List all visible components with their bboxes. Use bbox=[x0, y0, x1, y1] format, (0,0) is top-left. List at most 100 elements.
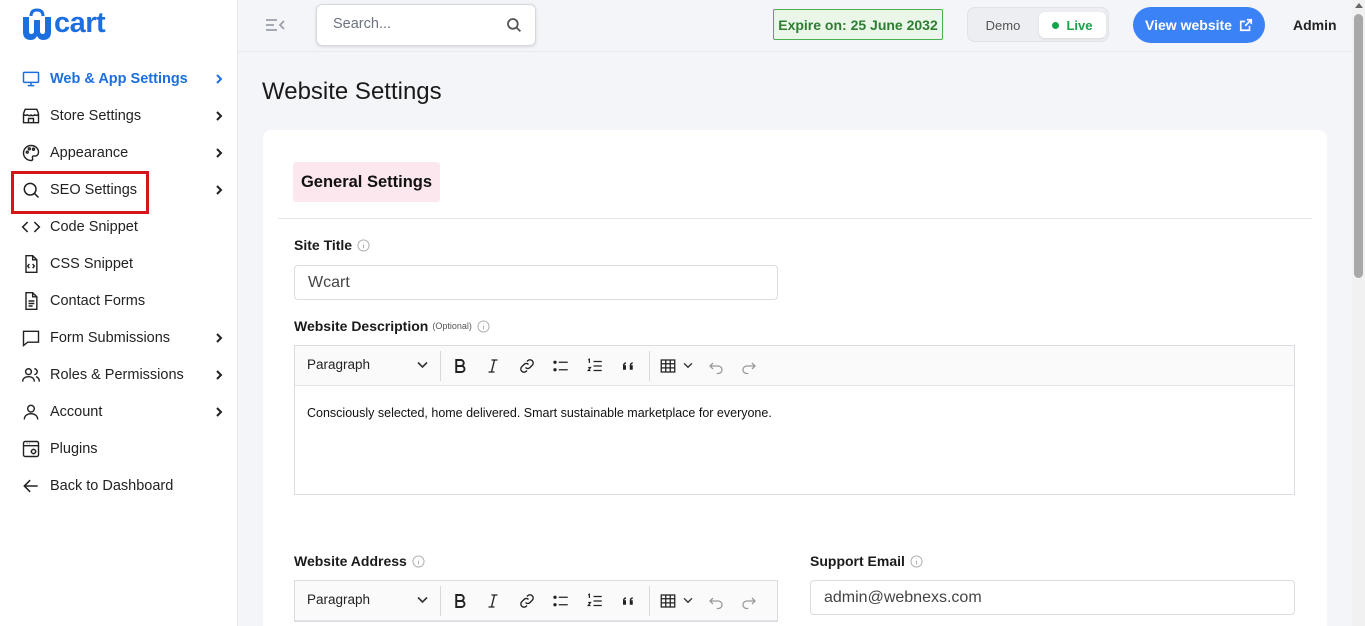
chevron-down-icon[interactable] bbox=[683, 597, 693, 604]
site-title-label: Site Title bbox=[294, 237, 370, 253]
info-icon[interactable] bbox=[412, 554, 425, 568]
search-icon bbox=[21, 180, 41, 200]
optional-tag: (Optional) bbox=[432, 321, 472, 331]
sidebar-item-label: Back to Dashboard bbox=[50, 477, 174, 494]
page-scrollbar[interactable] bbox=[1352, 0, 1365, 626]
description-label-text: Website Description bbox=[294, 318, 429, 334]
chevron-right-icon bbox=[216, 184, 223, 195]
sidebar-item-label: Store Settings bbox=[50, 107, 142, 124]
chevron-right-icon bbox=[216, 73, 223, 84]
sidebar-item-form-submissions[interactable]: Form Submissions bbox=[0, 319, 238, 356]
link-button[interactable] bbox=[517, 356, 537, 376]
sidebar-item-plugins[interactable]: Plugins bbox=[0, 430, 238, 467]
logo[interactable]: cart bbox=[20, 7, 140, 42]
table-icon bbox=[660, 359, 676, 373]
external-link-icon bbox=[1239, 18, 1253, 32]
sidebar-item-back-to-dashboard[interactable]: Back to Dashboard bbox=[0, 467, 238, 504]
editor-toolbar: Paragraph bbox=[295, 581, 777, 621]
italic-button[interactable] bbox=[483, 356, 503, 376]
bold-button[interactable] bbox=[450, 356, 470, 376]
search-input[interactable] bbox=[333, 16, 493, 32]
quote-icon bbox=[623, 362, 633, 370]
palette-icon bbox=[21, 143, 41, 163]
italic-icon bbox=[488, 594, 498, 608]
document-icon bbox=[21, 291, 41, 311]
section-divider bbox=[278, 218, 1312, 219]
sidebar-item-account[interactable]: Account bbox=[0, 393, 238, 430]
view-website-button[interactable]: View website bbox=[1133, 7, 1265, 43]
redo-icon bbox=[742, 362, 756, 375]
bold-button[interactable] bbox=[450, 591, 470, 611]
blockquote-button[interactable] bbox=[619, 591, 639, 611]
search-box bbox=[316, 4, 536, 46]
sidebar-item-roles-permissions[interactable]: Roles & Permissions bbox=[0, 356, 238, 393]
toolbar-separator bbox=[440, 351, 441, 381]
mode-live-option[interactable]: Live bbox=[1039, 12, 1106, 38]
page-title: Website Settings bbox=[262, 78, 442, 105]
website-address-label: Website Address bbox=[294, 553, 425, 569]
undo-icon bbox=[709, 362, 723, 375]
sidebar-item-label: Appearance bbox=[50, 144, 129, 161]
blockquote-button[interactable] bbox=[619, 356, 639, 376]
sidebar-item-label: Code Snippet bbox=[50, 218, 138, 235]
undo-button[interactable] bbox=[706, 356, 726, 376]
description-editor-body[interactable]: Consciously selected, home delivered. Sm… bbox=[295, 386, 1294, 494]
italic-button[interactable] bbox=[483, 591, 503, 611]
mode-toggle: Demo Live bbox=[967, 7, 1109, 42]
bulleted-list-icon bbox=[553, 595, 568, 607]
sidebar-item-appearance[interactable]: Appearance bbox=[0, 134, 238, 171]
table-button[interactable] bbox=[658, 356, 678, 376]
sidebar-item-web-app-settings[interactable]: Web & App Settings bbox=[0, 60, 238, 97]
chevron-down-icon[interactable] bbox=[417, 596, 428, 604]
chevron-down-icon[interactable] bbox=[683, 362, 693, 369]
paragraph-select[interactable]: Paragraph bbox=[307, 592, 370, 607]
settings-card: General Settings Site Title Wcart Websit… bbox=[263, 130, 1327, 626]
monitor-icon bbox=[21, 69, 41, 89]
live-status-dot bbox=[1052, 21, 1060, 29]
table-button[interactable] bbox=[658, 591, 678, 611]
redo-button[interactable] bbox=[739, 591, 759, 611]
table-icon bbox=[660, 594, 676, 608]
tab-general-settings[interactable]: General Settings bbox=[293, 162, 440, 202]
users-icon bbox=[21, 365, 41, 385]
sidebar-item-label: Roles & Permissions bbox=[50, 366, 184, 383]
bulleted-list-button[interactable] bbox=[551, 356, 571, 376]
toolbar-separator bbox=[440, 586, 441, 616]
sidebar-item-contact-forms[interactable]: Contact Forms bbox=[0, 282, 238, 319]
redo-icon bbox=[742, 597, 756, 610]
bulleted-list-button[interactable] bbox=[551, 591, 571, 611]
mode-demo-option[interactable]: Demo bbox=[974, 12, 1032, 38]
redo-button[interactable] bbox=[739, 356, 759, 376]
site-title-input[interactable]: Wcart bbox=[294, 265, 778, 300]
description-editor: Paragraph Consciously selected, home del… bbox=[294, 345, 1295, 495]
sidebar: cart Web & App Settings Store Settings A… bbox=[0, 0, 238, 626]
info-icon[interactable] bbox=[910, 554, 923, 568]
sidebar-item-css-snippet[interactable]: CSS Snippet bbox=[0, 245, 238, 282]
message-icon bbox=[21, 328, 41, 348]
sidebar-item-store-settings[interactable]: Store Settings bbox=[0, 97, 238, 134]
paragraph-select[interactable]: Paragraph bbox=[307, 357, 370, 372]
link-icon bbox=[520, 359, 534, 373]
editor-toolbar: Paragraph bbox=[295, 346, 1294, 386]
sidebar-item-label: Web & App Settings bbox=[50, 70, 188, 87]
scroll-thumb[interactable] bbox=[1354, 14, 1363, 278]
chevron-down-icon[interactable] bbox=[417, 361, 428, 369]
chevron-right-icon bbox=[216, 147, 223, 158]
scroll-up-arrow-icon[interactable] bbox=[1355, 3, 1363, 8]
link-button[interactable] bbox=[517, 591, 537, 611]
chevron-right-icon bbox=[216, 369, 223, 380]
sidebar-item-label: SEO Settings bbox=[50, 181, 138, 198]
plugin-icon bbox=[21, 439, 41, 459]
bulleted-list-icon bbox=[553, 360, 568, 372]
admin-user[interactable]: Admin bbox=[1293, 17, 1337, 33]
sidebar-item-code-snippet[interactable]: Code Snippet bbox=[0, 208, 238, 245]
numbered-list-button[interactable] bbox=[585, 591, 605, 611]
sidebar-item-seo-settings[interactable]: SEO Settings bbox=[0, 171, 238, 214]
info-icon[interactable] bbox=[477, 319, 490, 333]
numbered-list-button[interactable] bbox=[585, 356, 605, 376]
undo-button[interactable] bbox=[706, 591, 726, 611]
info-icon[interactable] bbox=[357, 238, 370, 252]
search-icon[interactable] bbox=[505, 16, 523, 34]
support-email-input[interactable]: admin@webnexs.com bbox=[810, 580, 1295, 615]
sidebar-toggle-icon[interactable] bbox=[264, 15, 286, 35]
